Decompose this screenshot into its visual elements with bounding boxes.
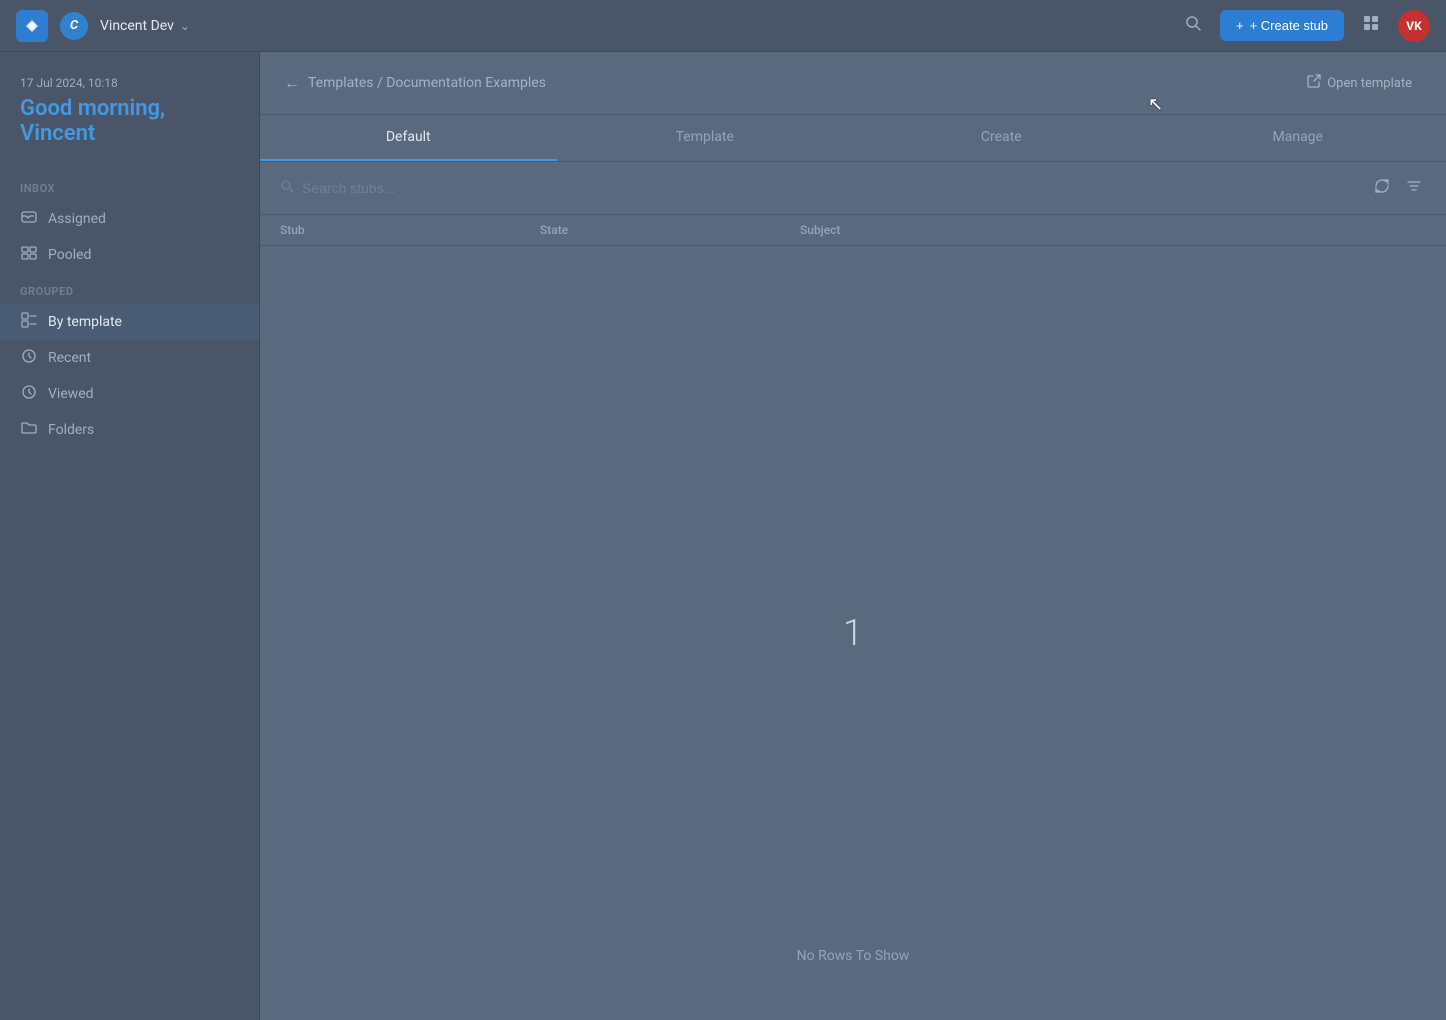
pooled-label: Pooled <box>48 247 91 263</box>
chevron-down-icon: ⌄ <box>180 19 190 33</box>
workspace-name: Vincent Dev <box>100 18 174 34</box>
open-template-button[interactable]: Open template <box>1297 68 1422 98</box>
grouped-label: Grouped <box>0 273 259 304</box>
table-header: Stub State Subject <box>260 215 1446 246</box>
content-header: ← Templates / Documentation Examples Ope… <box>260 52 1446 115</box>
greeting-date: 17 Jul 2024, 10:18 <box>20 76 239 90</box>
table-area: Stub State Subject 1 No Rows To Show <box>260 162 1446 1020</box>
tab-default[interactable]: Default <box>260 115 557 161</box>
col-state: State <box>540 223 800 237</box>
tabs: Default Template Create Manage <box>260 115 1446 162</box>
search-actions <box>1370 174 1426 202</box>
back-arrow-icon: ← <box>284 73 300 93</box>
open-template-label: Open template <box>1327 76 1412 91</box>
search-icon <box>280 179 294 197</box>
template-icon <box>20 312 38 332</box>
sidebar-item-folders[interactable]: Folders <box>0 412 259 448</box>
search-bar <box>260 162 1446 215</box>
filter-icon[interactable] <box>1402 174 1426 202</box>
breadcrumb[interactable]: ← Templates / Documentation Examples <box>284 73 546 93</box>
tab-manage[interactable]: Manage <box>1150 115 1446 161</box>
table-body: 1 No Rows To Show <box>260 246 1446 1020</box>
pooled-icon <box>20 245 38 265</box>
sidebar-item-by-template[interactable]: By template <box>0 304 259 340</box>
external-link-icon <box>1307 74 1321 92</box>
search-input[interactable] <box>302 180 1362 196</box>
sidebar-item-assigned[interactable]: Assigned <box>0 201 259 237</box>
app-logo <box>16 10 48 42</box>
viewed-label: Viewed <box>48 386 94 402</box>
content-area: ← Templates / Documentation Examples Ope… <box>260 52 1446 1020</box>
sidebar-item-recent[interactable]: Recent <box>0 340 259 376</box>
tab-template[interactable]: Template <box>557 115 854 161</box>
greeting-section: 17 Jul 2024, 10:18 Good morning, Vincent <box>0 76 259 170</box>
col-subject: Subject <box>800 223 1426 237</box>
inbox-label: Inbox <box>0 170 259 201</box>
create-stub-button[interactable]: + + Create stub <box>1220 10 1344 41</box>
main-layout: 17 Jul 2024, 10:18 Good morning, Vincent… <box>0 52 1446 1020</box>
navbar: C Vincent Dev ⌄ + + Create stub VK <box>0 0 1446 52</box>
avatar-initials: VK <box>1406 19 1421 33</box>
recent-label: Recent <box>48 350 91 366</box>
sidebar-item-pooled[interactable]: Pooled <box>0 237 259 273</box>
recent-icon <box>20 348 38 368</box>
no-rows-message: No Rows To Show <box>781 932 926 980</box>
create-stub-label: + Create stub <box>1250 18 1328 33</box>
viewed-icon <box>20 384 38 404</box>
folders-label: Folders <box>48 422 94 438</box>
inbox-icon <box>20 209 38 229</box>
sidebar-item-viewed[interactable]: Viewed <box>0 376 259 412</box>
workspace-selector[interactable]: Vincent Dev ⌄ <box>100 18 190 34</box>
search-icon[interactable] <box>1178 8 1208 43</box>
brand-logo: C <box>60 12 88 40</box>
tab-create[interactable]: Create <box>853 115 1150 161</box>
refresh-icon[interactable] <box>1370 174 1394 202</box>
breadcrumb-text: Templates / Documentation Examples <box>308 75 546 91</box>
sidebar: 17 Jul 2024, 10:18 Good morning, Vincent… <box>0 52 260 1020</box>
greeting-message: Good morning, Vincent <box>20 96 239 146</box>
by-template-label: By template <box>48 314 122 330</box>
grid-icon[interactable] <box>1356 8 1386 43</box>
col-stub: Stub <box>280 223 540 237</box>
user-avatar[interactable]: VK <box>1398 10 1430 42</box>
folder-icon <box>20 420 38 440</box>
assigned-label: Assigned <box>48 211 106 227</box>
plus-icon: + <box>1236 18 1244 33</box>
page-number: 1 <box>843 612 863 654</box>
